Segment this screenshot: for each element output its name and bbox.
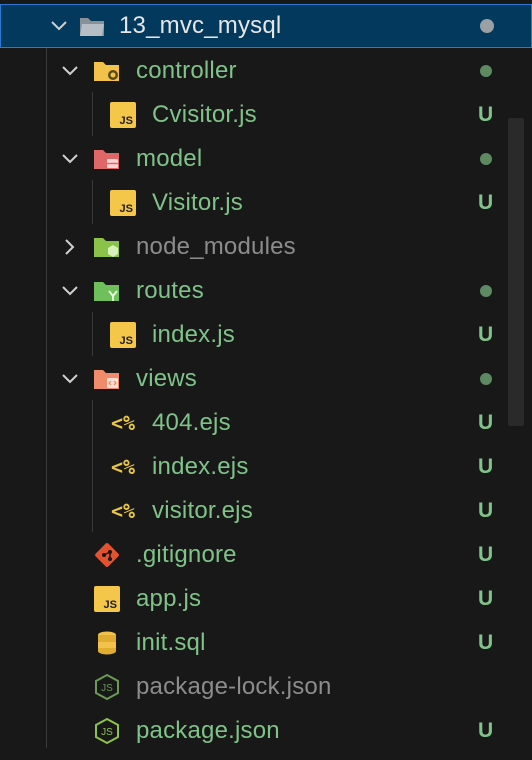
status-badge: U [478,411,494,434]
tree-root-13-mvc-mysql[interactable]: 13_mvc_mysql [0,4,532,48]
tree-file-index-ejs[interactable]: <% index.ejs U [0,445,532,489]
nodejs-icon: JS [92,716,122,746]
file-explorer-tree: 13_mvc_mysql controller JS Cvisitor.js U… [0,0,532,760]
file-label: Visitor.js [152,189,243,216]
js-file-icon: JS [108,188,138,218]
folder-label: controller [136,57,237,84]
chevron-down-icon[interactable] [60,149,80,169]
svg-text:JS: JS [101,727,113,738]
svg-text:JS: JS [101,683,113,694]
chevron-down-icon[interactable] [60,61,80,81]
tree-file-index-js[interactable]: JS index.js U [0,313,532,357]
folder-routes-icon [92,276,122,306]
tree-folder-model[interactable]: model [0,137,532,181]
folder-controller-icon [92,56,122,86]
ejs-file-icon: <% [110,455,136,479]
status-badge: U [478,103,494,126]
git-icon [92,540,122,570]
chevron-down-icon[interactable] [49,16,69,36]
database-icon [92,628,122,658]
file-label: 404.ejs [152,409,231,436]
file-label: init.sql [136,629,206,656]
modified-dot [480,153,492,165]
folder-label: views [136,365,198,392]
folder-open-icon [77,11,107,41]
js-file-icon: JS [92,584,122,614]
tree-file-cvisitor-js[interactable]: JS Cvisitor.js U [0,93,532,137]
status-badge: U [478,191,494,214]
chevron-down-icon[interactable] [60,281,80,301]
tree-file-gitignore[interactable]: .gitignore U [0,533,532,577]
folder-views-icon [92,364,122,394]
file-label: app.js [136,585,202,612]
file-label: visitor.ejs [152,497,253,524]
ejs-file-icon: <% [110,411,136,435]
root-folder-label: 13_mvc_mysql [119,12,282,39]
status-badge: U [478,719,494,742]
file-label: package.json [136,717,280,744]
tree-folder-node-modules[interactable]: node_modules [0,225,532,269]
file-label: index.js [152,321,235,348]
js-file-icon: JS [108,100,138,130]
chevron-down-icon[interactable] [60,369,80,389]
file-label: .gitignore [136,541,237,568]
status-badge: U [478,543,494,566]
file-label: package-lock.json [136,673,332,700]
modified-dot [480,285,492,297]
status-badge: U [478,499,494,522]
js-file-icon: JS [108,320,138,350]
tree-file-package-json[interactable]: JS package.json U [0,709,532,753]
tree-file-init-sql[interactable]: init.sql U [0,621,532,665]
tree-file-404-ejs[interactable]: <% 404.ejs U [0,401,532,445]
status-badge: U [478,631,494,654]
tree-folder-controller[interactable]: controller [0,49,532,93]
tree-file-visitor-ejs[interactable]: <% visitor.ejs U [0,489,532,533]
folder-model-icon [92,144,122,174]
nodejs-icon: JS [92,672,122,702]
tree-folder-views[interactable]: views [0,357,532,401]
tree-file-package-lock-json[interactable]: JS package-lock.json [0,665,532,709]
tree-file-app-js[interactable]: JS app.js U [0,577,532,621]
folder-label: node_modules [136,233,296,260]
file-label: Cvisitor.js [152,101,257,128]
tree-file-visitor-js[interactable]: JS Visitor.js U [0,181,532,225]
folder-node-icon [92,232,122,262]
status-badge: U [478,323,494,346]
modified-dot [480,373,492,385]
folder-label: routes [136,277,204,304]
ejs-file-icon: <% [110,499,136,523]
chevron-right-icon[interactable] [60,237,80,257]
file-label: index.ejs [152,453,249,480]
status-badge: U [478,455,494,478]
modified-dot [480,65,492,77]
tree-folder-routes[interactable]: routes [0,269,532,313]
status-badge: U [478,587,494,610]
modified-dot [480,19,494,33]
folder-label: model [136,145,203,172]
